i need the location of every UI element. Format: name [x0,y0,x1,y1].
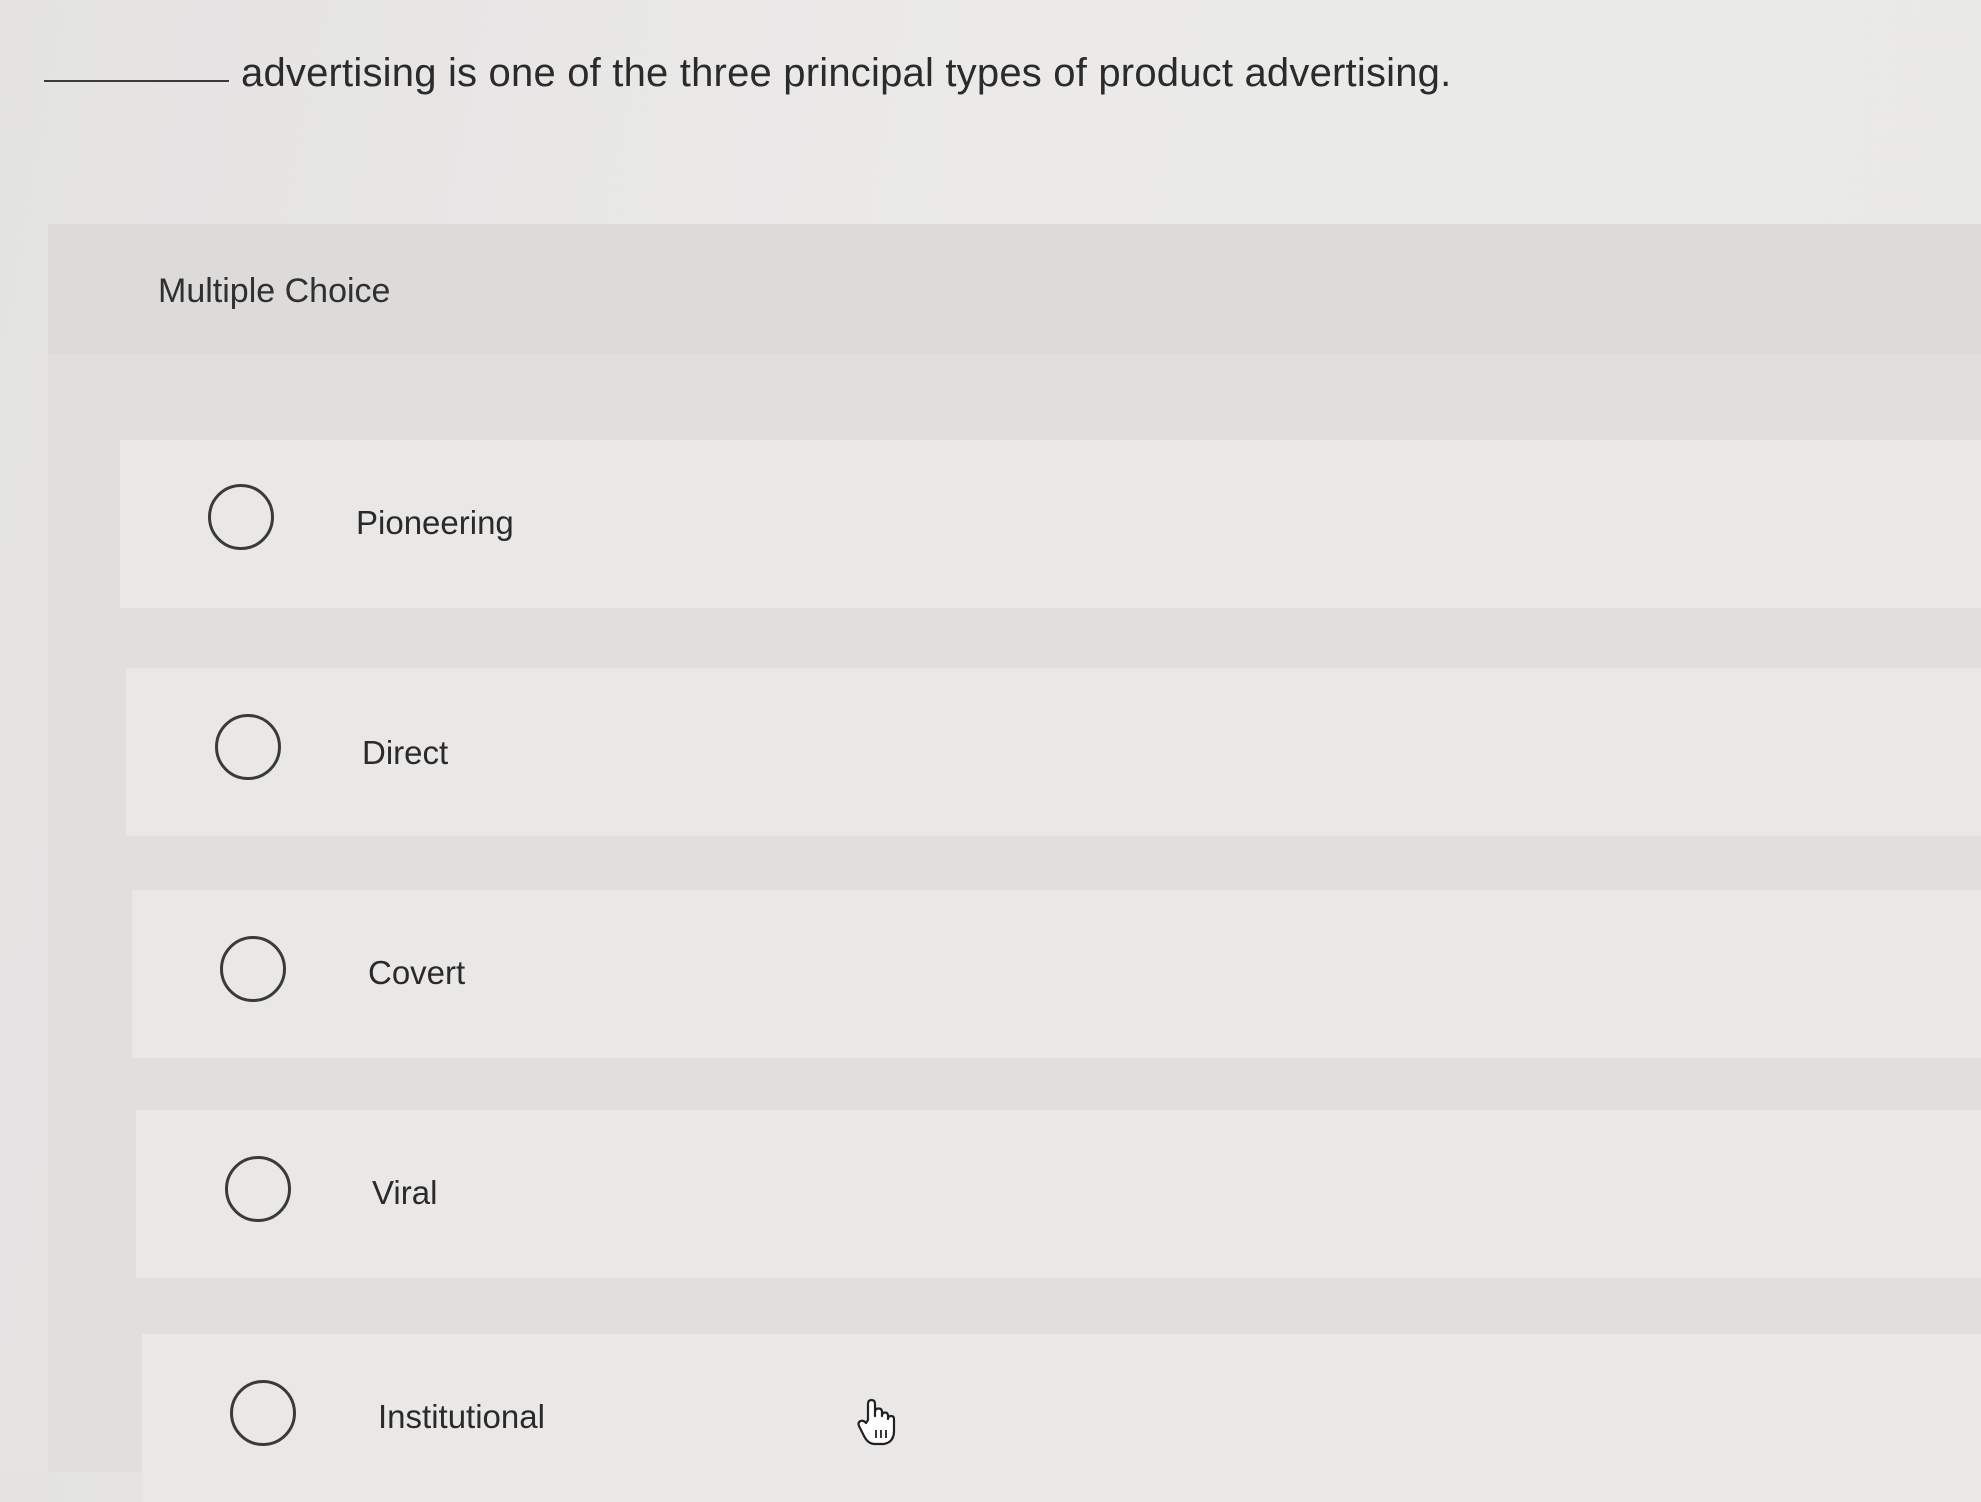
option-viral[interactable]: Viral [136,1110,1981,1278]
answer-blank [44,80,229,82]
multiple-choice-panel: Multiple Choice Pioneering Direct Covert… [48,224,1981,1502]
multiple-choice-title: Multiple Choice [158,272,391,310]
radio-button-icon[interactable] [208,484,274,550]
question-text: advertising is one of the three principa… [241,51,1452,95]
option-pioneering[interactable]: Pioneering [120,440,1981,608]
multiple-choice-header: Multiple Choice [48,224,1981,354]
option-label: Direct [362,734,449,771]
option-covert[interactable]: Covert [132,890,1981,1058]
option-label: Viral [372,1174,438,1211]
option-label: Institutional [378,1398,545,1435]
option-direct[interactable]: Direct [126,668,1981,836]
radio-button-icon[interactable] [230,1380,296,1446]
hand-pointer-cursor-icon [857,1398,896,1446]
radio-button-icon[interactable] [220,936,286,1002]
radio-button-icon[interactable] [225,1156,291,1222]
radio-button-icon[interactable] [215,714,281,780]
option-label: Covert [368,954,466,991]
question-prompt: advertising is one of the three principa… [44,36,1451,96]
option-institutional[interactable]: Institutional [142,1334,1981,1502]
option-label: Pioneering [356,504,514,541]
